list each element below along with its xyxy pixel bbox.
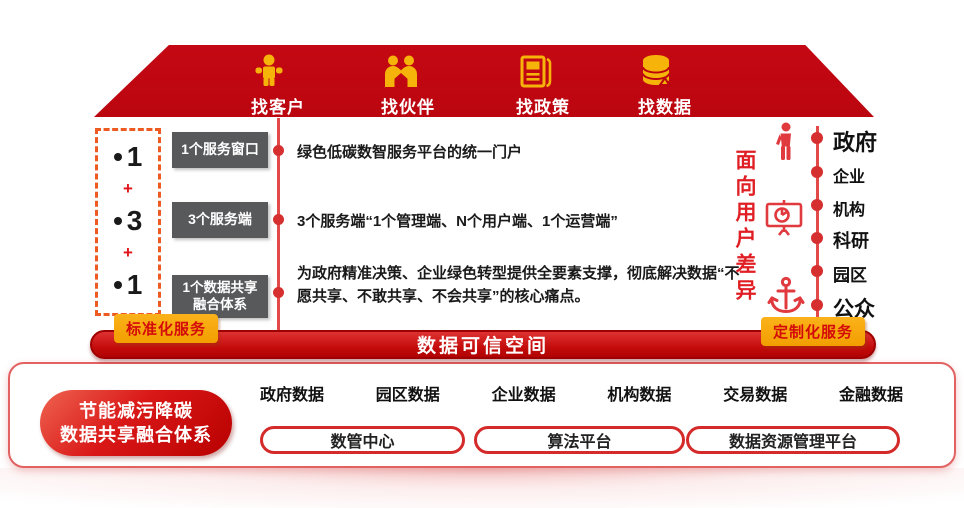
customized-service-badge: 定制化服务: [761, 317, 865, 346]
bottom-glow: [0, 468, 964, 508]
user-label-institution: 机构: [833, 196, 865, 220]
banner-item-data: 找数据: [638, 53, 692, 118]
banner-label: 找客户: [251, 98, 305, 117]
data-type-finance: 金融数据: [839, 381, 903, 405]
data-type-government: 政府数据: [260, 381, 324, 405]
banner-item-policy: 找政策: [516, 53, 570, 118]
formula-box: 1 + 3 + 1: [95, 128, 161, 316]
user-label-enterprise: 企业: [833, 163, 865, 187]
vertical-title-user-difference: 面向用户差异: [734, 149, 755, 305]
user-dot: [811, 132, 823, 144]
bullet-dot: [114, 153, 122, 161]
anchor-icon: [766, 276, 806, 318]
platform-data-management-center: 数管中心: [260, 426, 465, 454]
user-label-government: 政府: [833, 125, 877, 157]
platform-algorithm: 算法平台: [474, 426, 685, 454]
timeline-dot: [273, 287, 284, 298]
user-person-icon: [768, 122, 802, 164]
data-type-institution: 机构数据: [607, 381, 671, 405]
plus-sign: +: [123, 243, 133, 263]
standardized-service-badge: 标准化服务: [114, 314, 218, 343]
user-dot: [811, 265, 823, 277]
data-icon: [638, 53, 692, 91]
service-desc-window: 绿色低碳数智服务平台的统一门户: [297, 142, 727, 165]
presentation-board-icon: [762, 198, 806, 242]
partner-icon: [381, 53, 435, 91]
banner-item-customers: 找客户: [251, 53, 305, 118]
customer-icon: [251, 53, 305, 91]
user-dot: [811, 166, 823, 178]
user-dot: [811, 199, 823, 211]
service-box-window: 1个服务窗口: [172, 132, 268, 168]
user-dot: [811, 299, 823, 311]
user-label-park: 园区: [833, 261, 867, 286]
service-desc-fusion: 为政府精准决策、企业绿色转型提供全要素支撑，彻底解决数据“不愿共享、不敢共享、不…: [297, 263, 749, 308]
fusion-system-pill: 节能减污降碳 数据共享融合体系: [40, 390, 232, 456]
bullet-dot: [114, 217, 122, 225]
policy-icon: [516, 53, 570, 91]
banner-label: 找伙伴: [381, 98, 435, 117]
formula-number: 3: [114, 205, 143, 237]
data-type-park: 园区数据: [376, 381, 440, 405]
data-type-transaction: 交易数据: [723, 381, 787, 405]
data-foundation-panel: 节能减污降碳 数据共享融合体系 政府数据 园区数据 企业数据 机构数据 交易数据…: [8, 362, 956, 468]
user-dot: [811, 232, 823, 244]
bullet-dot: [114, 281, 122, 289]
data-type-enterprise: 企业数据: [492, 381, 556, 405]
service-box-fusion: 1个数据共享融合体系: [172, 275, 268, 318]
timeline-dot: [273, 145, 284, 156]
platform-data-resource-management: 数据资源管理平台: [686, 426, 900, 454]
formula-number: 1: [114, 269, 143, 301]
plus-sign: +: [123, 179, 133, 199]
top-banner: 找客户 找伙伴 找政策: [94, 45, 874, 117]
banner-label: 找政策: [516, 98, 570, 117]
banner-item-partners: 找伙伴: [381, 53, 435, 118]
pill-line2: 数据共享融合体系: [60, 423, 212, 447]
data-types-row: 政府数据 园区数据 企业数据 机构数据 交易数据 金融数据: [260, 381, 903, 405]
timeline-dot: [273, 214, 284, 225]
pill-line1: 节能减污降碳: [79, 399, 193, 423]
service-desc-clients: 3个服务端“1个管理端、N个用户端、1个运营端”: [297, 211, 757, 234]
service-box-clients: 3个服务端: [172, 202, 268, 238]
user-label-research: 科研: [833, 227, 869, 253]
formula-number: 1: [114, 141, 143, 173]
banner-label: 找数据: [638, 98, 692, 117]
